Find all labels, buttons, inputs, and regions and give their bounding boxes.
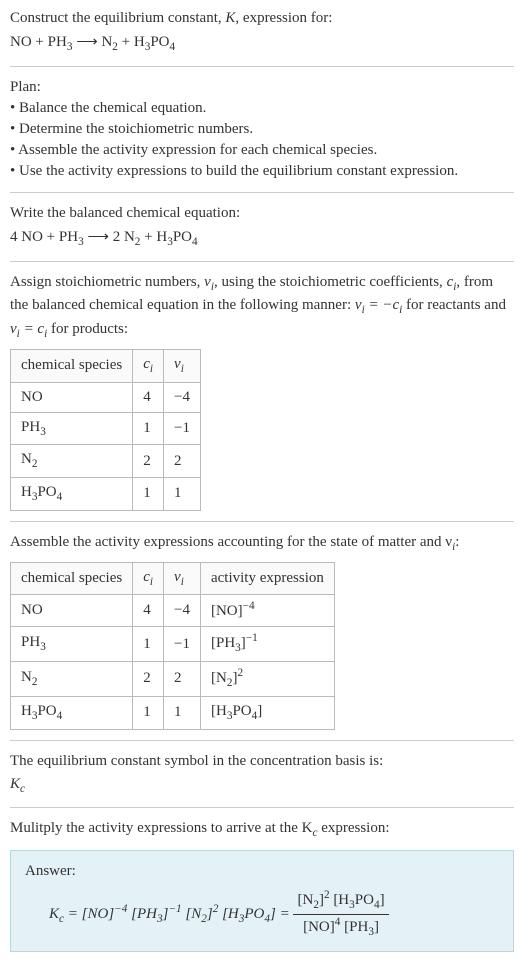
answer-fraction: [N2]2 [H3PO4] [NO]4 [PH3] <box>293 888 388 941</box>
cell-nu: 2 <box>164 662 201 697</box>
table-row: PH3 1 −1 <box>11 412 201 445</box>
intro-section: Construct the equilibrium constant, K, e… <box>10 8 514 56</box>
cell-species: NO <box>11 595 133 627</box>
stoich-e: for products: <box>47 321 128 337</box>
cell-nu: 1 <box>164 478 201 511</box>
cell-c: 1 <box>133 478 164 511</box>
rel2: νi = ci <box>10 321 47 337</box>
fraction-denominator: [NO]4 [PH3] <box>293 915 388 941</box>
plan-section: Plan: • Balance the chemical equation. •… <box>10 77 514 182</box>
activity-text: Assemble the activity expressions accoun… <box>10 532 514 556</box>
plan-bullet: • Balance the chemical equation. <box>10 98 514 119</box>
intro-text-b: , expression for: <box>235 10 332 26</box>
stoich-text: Assign stoichiometric numbers, νi, using… <box>10 272 514 343</box>
cell-nu: −4 <box>164 382 201 412</box>
stoich-b: , using the stoichiometric coefficients, <box>214 274 447 290</box>
cell-species: N2 <box>11 445 133 478</box>
cell-species: PH3 <box>11 412 133 445</box>
col-species: chemical species <box>11 349 133 382</box>
col-nui: νi <box>164 562 201 595</box>
cell-c: 4 <box>133 382 164 412</box>
cell-c: 1 <box>133 696 164 729</box>
table-row: H3PO4 1 1 <box>11 478 201 511</box>
col-activity: activity expression <box>200 562 334 595</box>
multiply-text: Mulitply the activity expressions to arr… <box>10 818 514 842</box>
cell-species: H3PO4 <box>11 478 133 511</box>
cell-species: H3PO4 <box>11 696 133 729</box>
cell-activity: [N2]2 <box>200 662 334 697</box>
balanced-section: Write the balanced chemical equation: 4 … <box>10 203 514 251</box>
K-symbol: K <box>225 10 235 26</box>
table-row: NO 4 −4 [NO]−4 <box>11 595 335 627</box>
stoich-d: for reactants and <box>402 297 506 313</box>
table-row: PH3 1 −1 [PH3]−1 <box>11 627 335 662</box>
table-row: N2 2 2 [N2]2 <box>11 662 335 697</box>
plan-bullet: • Use the activity expressions to build … <box>10 161 514 182</box>
plan-bullet: • Determine the stoichiometric numbers. <box>10 119 514 140</box>
table-row: N2 2 2 <box>11 445 201 478</box>
plan-bullet: • Assemble the activity expression for e… <box>10 140 514 161</box>
divider <box>10 66 514 67</box>
plan-heading: Plan: <box>10 77 514 98</box>
answer-label: Answer: <box>25 861 499 882</box>
cell-c: 2 <box>133 445 164 478</box>
cell-nu: −1 <box>164 412 201 445</box>
answer-lhs: Kc = [NO]−4 [PH3]−1 [N2]2 [H3PO4] = <box>49 906 293 922</box>
col-ci: ci <box>133 349 164 382</box>
divider <box>10 192 514 193</box>
cell-nu: −4 <box>164 595 201 627</box>
cell-species: N2 <box>11 662 133 697</box>
cell-activity: [NO]−4 <box>200 595 334 627</box>
cell-activity: [H3PO4] <box>200 696 334 729</box>
col-ci: ci <box>133 562 164 595</box>
cell-activity: [PH3]−1 <box>200 627 334 662</box>
balanced-heading: Write the balanced chemical equation: <box>10 203 514 224</box>
answer-box: Answer: Kc = [NO]−4 [PH3]−1 [N2]2 [H3PO4… <box>10 850 514 952</box>
table-row: H3PO4 1 1 [H3PO4] <box>11 696 335 729</box>
cell-c: 1 <box>133 627 164 662</box>
cell-nu: 2 <box>164 445 201 478</box>
cell-c: 2 <box>133 662 164 697</box>
cell-species: NO <box>11 382 133 412</box>
kc-symbol: Kc <box>10 774 514 798</box>
c-symbol: ci <box>447 274 457 290</box>
intro-text: Construct the equilibrium constant, <box>10 10 225 26</box>
divider <box>10 740 514 741</box>
stoich-table: chemical species ci νi NO 4 −4 PH3 1 −1 … <box>10 349 201 511</box>
kc-symbol-section: The equilibrium constant symbol in the c… <box>10 751 514 798</box>
activity-table: chemical species ci νi activity expressi… <box>10 562 335 730</box>
divider <box>10 261 514 262</box>
cell-c: 4 <box>133 595 164 627</box>
cell-nu: 1 <box>164 696 201 729</box>
unbalanced-equation: NO + PH3 ⟶ N2 + H3PO4 <box>10 31 514 56</box>
kc-symbol-text: The equilibrium constant symbol in the c… <box>10 751 514 772</box>
col-nui: νi <box>164 349 201 382</box>
table-row: NO 4 −4 <box>11 382 201 412</box>
fraction-numerator: [N2]2 [H3PO4] <box>293 888 388 915</box>
answer-expression: Kc = [NO]−4 [PH3]−1 [N2]2 [H3PO4] = [N2]… <box>25 882 499 941</box>
cell-species: PH3 <box>11 627 133 662</box>
col-species: chemical species <box>11 562 133 595</box>
rel1: νi = −ci <box>355 297 402 313</box>
cell-c: 1 <box>133 412 164 445</box>
divider <box>10 807 514 808</box>
divider <box>10 521 514 522</box>
nu-symbol: νi <box>204 274 214 290</box>
stoich-a: Assign stoichiometric numbers, <box>10 274 204 290</box>
cell-nu: −1 <box>164 627 201 662</box>
balanced-equation: 4 NO + PH3 ⟶ 2 N2 + H3PO4 <box>10 226 514 251</box>
